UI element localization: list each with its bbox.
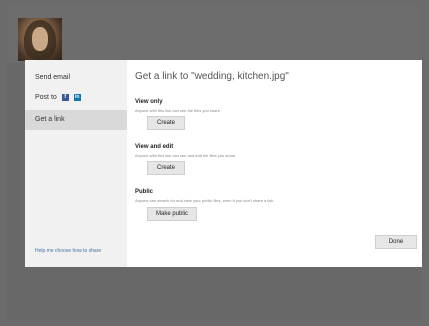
sidebar-item-label: Send email: [35, 74, 71, 81]
create-view-edit-button[interactable]: Create: [147, 161, 185, 175]
profile-photo: [18, 18, 62, 61]
dialog-title: Get a link to "wedding, kitchen.jpg": [135, 71, 289, 82]
sidebar-item-get-a-link[interactable]: Get a link: [25, 110, 127, 130]
share-dialog: Send email Post to f in Get a link Help …: [25, 60, 422, 267]
section-title-view-edit: View and edit: [135, 144, 174, 150]
header-band: [7, 6, 421, 63]
sidebar-item-label: Post to: [35, 94, 57, 101]
sidebar-item-post-to[interactable]: Post to f in: [25, 88, 127, 108]
section-desc-view-only: Anyone with this link can see the files …: [135, 108, 222, 113]
sidebar-item-send-email[interactable]: Send email: [25, 68, 127, 88]
section-title-view-only: View only: [135, 99, 163, 105]
share-sidebar: Send email Post to f in Get a link Help …: [25, 60, 127, 267]
section-title-public: Public: [135, 189, 154, 195]
create-view-only-button[interactable]: Create: [147, 116, 185, 130]
section-desc-public: Anyone can search for and view your publ…: [135, 198, 275, 203]
help-choose-link[interactable]: Help me choose how to share: [35, 248, 101, 254]
linkedin-icon[interactable]: in: [73, 93, 81, 101]
section-desc-view-edit: Anyone with this link can see and edit t…: [135, 153, 237, 158]
sidebar-item-label: Get a link: [35, 116, 65, 123]
facebook-icon[interactable]: f: [61, 93, 69, 101]
share-main: Get a link to "wedding, kitchen.jpg" Vie…: [127, 60, 422, 267]
make-public-button[interactable]: Make public: [147, 207, 197, 221]
done-button[interactable]: Done: [375, 235, 417, 249]
